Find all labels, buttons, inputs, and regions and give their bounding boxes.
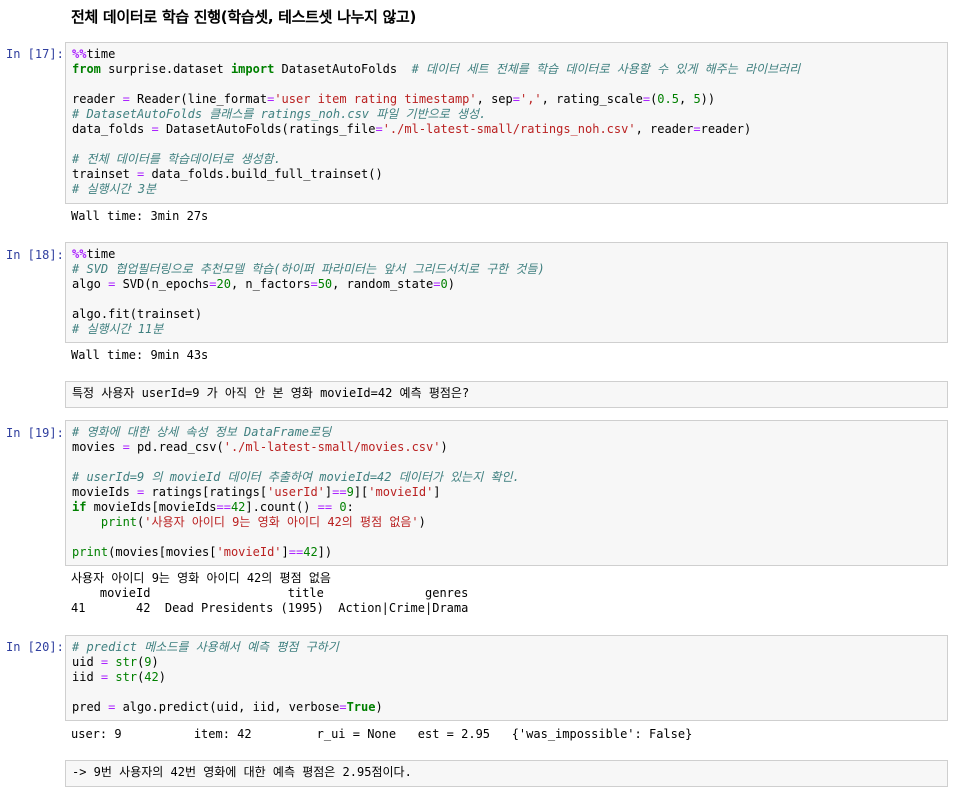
code-line: # 전체 데이터를 학습데이터로 생성함. (72, 152, 281, 166)
section-heading: 전체 데이터로 학습 진행(학습셋, 테스트셋 나누지 않고) (71, 8, 417, 26)
code-line: movies = pd.read_csv('./ml-latest-small/… (72, 440, 448, 454)
code-editor[interactable]: # predict 메소드를 사용해서 예측 평점 구하기 uid = str(9… (72, 640, 941, 715)
code-line: # SVD 협업필터링으로 추천모델 학습(하이퍼 파라미터는 앞서 그리드서치… (72, 262, 545, 276)
markdown-cell-conclusion[interactable]: -> 9번 사용자의 42번 영화에 대한 예측 평점은 2.95점이다. (65, 760, 948, 787)
code-editor[interactable]: %%time from surprise.dataset import Datas… (72, 47, 941, 197)
code-line: %%time (72, 247, 116, 261)
cell-prompt-20: In [20]: (6, 640, 64, 654)
code-line: algo = SVD(n_epochs=20, n_factors=50, ra… (72, 277, 455, 291)
code-line: trainset = data_folds.build_full_trainse… (72, 167, 383, 181)
code-line: pred = algo.predict(uid, iid, verbose=Tr… (72, 700, 383, 714)
cell-prompt-19: In [19]: (6, 426, 64, 440)
code-editor[interactable]: # 영화에 대한 상세 속성 정보 DataFrame로딩 movies = pd… (72, 425, 941, 560)
cell-output-19: 사용자 아이디 9는 영화 아이디 42의 평점 없음 movieId titl… (71, 571, 469, 615)
code-line: %%time (72, 47, 116, 61)
code-line: # predict 메소드를 사용해서 예측 평점 구하기 (72, 640, 339, 654)
code-line: print('사용자 아이디 9는 영화 아이디 42의 평점 없음') (100, 515, 426, 529)
code-line: data_folds = DatasetAutoFolds(ratings_fi… (72, 122, 752, 136)
code-line: print(movies[movies['movieId']==42]) (72, 545, 333, 559)
code-editor[interactable]: %%time # SVD 협업필터링으로 추천모델 학습(하이퍼 파라미터는 앞서… (72, 247, 941, 337)
code-line: uid = str(9) (72, 655, 159, 669)
code-line: # 실행시간 3분 (72, 182, 157, 196)
code-line: # 영화에 대한 상세 속성 정보 DataFrame로딩 (72, 425, 332, 439)
code-cell-17[interactable]: %%time from surprise.dataset import Datas… (65, 42, 948, 204)
code-cell-19[interactable]: # 영화에 대한 상세 속성 정보 DataFrame로딩 movies = pd… (65, 420, 948, 566)
code-cell-20[interactable]: # predict 메소드를 사용해서 예측 평점 구하기 uid = str(9… (65, 635, 948, 721)
markdown-cell-note[interactable]: 특정 사용자 userId=9 가 아직 안 본 영화 movieId=42 예… (65, 381, 948, 408)
code-line: reader = Reader(line_format='user item r… (72, 92, 716, 106)
code-line: # DatasetAutoFolds 클래스를 ratings_noh.csv … (72, 107, 487, 121)
cell-output-20: user: 9 item: 42 r_ui = None est = 2.95 … (71, 727, 693, 741)
cell-prompt-17: In [17]: (6, 47, 64, 61)
cell-output-17: Wall time: 3min 27s (71, 209, 209, 223)
code-line: # userId=9 의 movieId 데이터 추출하여 movieId=42… (72, 470, 520, 484)
code-line: # 실행시간 11분 (72, 322, 164, 336)
code-line: from surprise.dataset import DatasetAuto… (72, 62, 801, 76)
code-line: movieIds = ratings[ratings['userId']==9]… (72, 485, 441, 499)
code-line: if movieIds[movieIds==42].count() == 0: (72, 500, 354, 514)
cell-output-18: Wall time: 9min 43s (71, 348, 209, 362)
code-cell-18[interactable]: %%time # SVD 협업필터링으로 추천모델 학습(하이퍼 파라미터는 앞서… (65, 242, 948, 343)
code-line: algo.fit(trainset) (72, 307, 203, 321)
cell-prompt-18: In [18]: (6, 248, 64, 262)
code-line: iid = str(42) (72, 670, 166, 684)
